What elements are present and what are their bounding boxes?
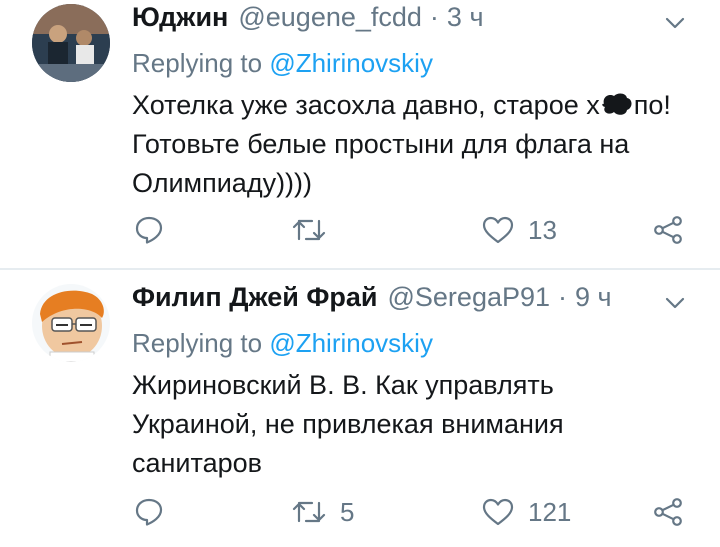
tweet-text-fragment: по!: [633, 90, 671, 120]
reply-icon: [135, 498, 163, 526]
reply-button[interactable]: [134, 210, 178, 250]
retweet-icon: [292, 219, 326, 241]
tweet-text: Жириновский В. В. Как управлять Украиной…: [132, 366, 692, 483]
tweet-text-line: Хотелка уже засохла давно, старое х по!: [132, 86, 692, 125]
retweet-count: 5: [340, 496, 355, 527]
tweet-text-fragment: Хотелка уже засохла давно, старое х: [132, 90, 600, 120]
mention-link[interactable]: @Zhirinovskiy: [269, 48, 433, 78]
display-name[interactable]: Юджин: [132, 2, 228, 33]
like-icon: [482, 216, 514, 244]
reply-icon: [135, 216, 163, 244]
like-icon: [482, 498, 514, 526]
timestamp[interactable]: 9 ч: [575, 282, 612, 313]
share-button[interactable]: [652, 492, 684, 532]
avatar[interactable]: [32, 284, 110, 362]
tweet-text: Хотелка уже засохла давно, старое х по! Г…: [132, 86, 692, 203]
replying-to-label: Replying to: [132, 328, 263, 358]
chevron-down-icon[interactable]: [664, 12, 686, 34]
like-button[interactable]: 121: [482, 492, 571, 532]
like-count: 121: [528, 496, 572, 527]
username[interactable]: @SeregaP91: [388, 282, 551, 313]
separator-dot: ·: [429, 2, 439, 32]
retweet-icon: [292, 501, 326, 523]
share-icon: [654, 216, 682, 244]
tweet[interactable]: Юджин @eugene_fcdd · 3 ч Replying to @Zh…: [0, 0, 720, 268]
replying-to-label: Replying to: [132, 48, 263, 78]
tweet[interactable]: Филип Джей Фрай @SeregaP91 · 9 ч Replyin…: [0, 270, 720, 547]
username[interactable]: @eugene_fcdd: [238, 2, 422, 33]
tweet-text-line: Готовьте белые простыни для флага на: [132, 129, 630, 159]
retweet-button[interactable]: 5: [292, 492, 354, 532]
censor-blot: [600, 93, 634, 117]
tweet-header: Юджин @eugene_fcdd · 3 ч: [132, 2, 660, 42]
tweet-text-line: Олимпиаду)))): [132, 168, 313, 198]
tweet-actions: 13: [132, 210, 692, 250]
share-button[interactable]: [652, 210, 684, 250]
replying-to-line: Replying to @Zhirinovskiy: [132, 328, 433, 359]
retweet-button[interactable]: [292, 210, 340, 250]
share-icon: [654, 498, 682, 526]
tweet-text-line: Жириновский В. В. Как управлять: [132, 370, 554, 400]
replying-to-line: Replying to @Zhirinovskiy: [132, 48, 433, 79]
tweet-header: Филип Джей Фрай @SeregaP91 · 9 ч: [132, 282, 660, 322]
timestamp[interactable]: 3 ч: [447, 2, 484, 33]
tweet-text-line: Украиной, не привлекая внимания: [132, 409, 564, 439]
mention-link[interactable]: @Zhirinovskiy: [269, 328, 433, 358]
separator-dot: ·: [558, 282, 568, 312]
reply-button[interactable]: [134, 492, 178, 532]
like-button[interactable]: 13: [482, 210, 557, 250]
chevron-down-icon[interactable]: [664, 292, 686, 314]
like-count: 13: [528, 214, 557, 245]
display-name[interactable]: Филип Джей Фрай: [132, 282, 378, 313]
avatar[interactable]: [32, 4, 110, 82]
tweet-text-line: санитаров: [132, 448, 262, 478]
tweet-actions: 5 121: [132, 492, 692, 532]
